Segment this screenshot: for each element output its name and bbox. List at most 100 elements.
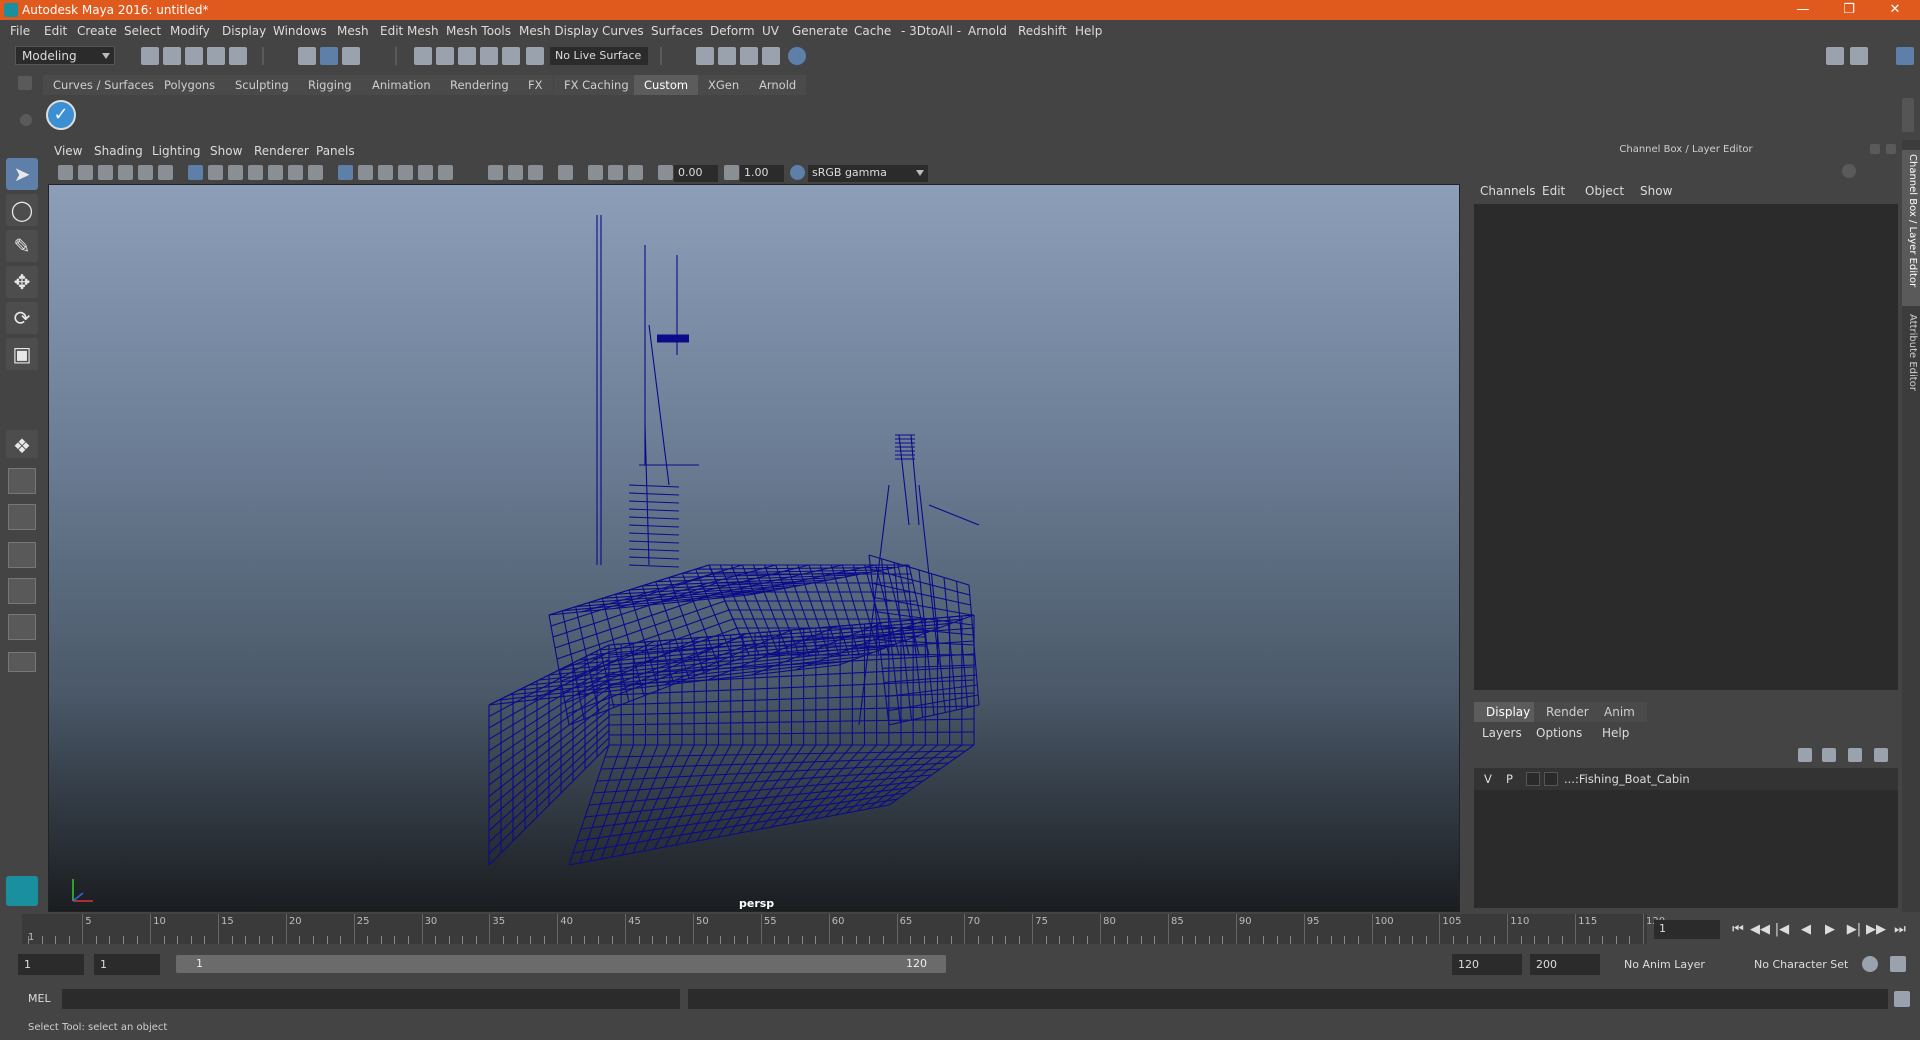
viewport-menu-show[interactable]: Show — [210, 144, 242, 158]
layer-playback-toggle[interactable]: P — [1506, 772, 1513, 786]
animation-end-field[interactable]: 200 — [1530, 954, 1600, 975]
hypershade-layout-button[interactable] — [8, 614, 36, 640]
scale-tool-button[interactable]: ▣ — [6, 338, 38, 370]
safe-title-icon[interactable] — [308, 165, 323, 180]
two-d-pan-icon[interactable] — [138, 165, 153, 180]
layer-color-swatch[interactable] — [1544, 772, 1558, 786]
menu-edit[interactable]: Edit — [44, 24, 67, 38]
tab-animation[interactable]: Animation — [362, 75, 441, 95]
select-tool-button[interactable]: ➤ — [6, 158, 38, 190]
lasso-tool-button[interactable]: ◯ — [6, 194, 38, 226]
playback-start-field[interactable]: 1 — [94, 954, 160, 975]
script-editor-icon[interactable] — [1894, 991, 1910, 1007]
textured-icon[interactable] — [398, 165, 413, 180]
move-tool-button[interactable]: ✥ — [6, 266, 38, 298]
wireframe-icon[interactable] — [338, 165, 353, 180]
move-layer-up-icon[interactable] — [1798, 748, 1812, 762]
field-chart-icon[interactable] — [268, 165, 283, 180]
channel-list[interactable] — [1474, 204, 1898, 690]
playback-end-field[interactable]: 120 — [1452, 954, 1522, 975]
layers-menu[interactable]: Layers — [1482, 726, 1522, 740]
snap-curve-icon[interactable] — [436, 47, 454, 65]
object-menu[interactable]: Object — [1585, 184, 1624, 198]
animation-preferences-icon[interactable] — [1890, 956, 1906, 972]
close-panel-icon[interactable] — [1886, 144, 1896, 154]
two-view-layout-button[interactable] — [8, 504, 36, 530]
gamma-icon[interactable] — [724, 165, 739, 180]
wireframe-on-shaded-icon[interactable] — [378, 165, 393, 180]
help-menu[interactable]: Help — [1602, 726, 1629, 740]
layer-type-toggle[interactable] — [1526, 772, 1540, 786]
anti-aliasing-icon[interactable] — [528, 165, 543, 180]
menu-help[interactable]: Help — [1075, 24, 1102, 38]
step-back-key-button[interactable]: ◀◀ — [1750, 922, 1770, 937]
toggle-channel-box-icon[interactable] — [1896, 47, 1914, 65]
character-set-dropdown[interactable]: No Character Set — [1748, 954, 1868, 975]
viewport-menu-lighting[interactable]: Lighting — [152, 144, 201, 158]
step-forward-frame-button[interactable]: ▶| — [1844, 922, 1864, 937]
toggle-attribute-editor-icon[interactable] — [1850, 47, 1868, 65]
viewport-menu-panels[interactable]: Panels — [316, 144, 355, 158]
menu-arnold[interactable]: Arnold — [968, 24, 1007, 38]
shelf-scroll-buttons[interactable] — [1902, 98, 1914, 132]
camera-attributes-icon[interactable] — [78, 165, 93, 180]
color-management-icon[interactable] — [790, 165, 805, 180]
select-object-icon[interactable] — [320, 47, 338, 65]
tab-fx-caching[interactable]: FX Caching — [554, 75, 639, 95]
tab-rendering[interactable]: Rendering — [440, 75, 519, 95]
new-layer-selected-icon[interactable] — [1874, 748, 1888, 762]
tab-render[interactable]: Render — [1534, 702, 1601, 722]
tab-curves-surfaces[interactable]: Curves / Surfaces — [43, 75, 164, 95]
layer-visibility-toggle[interactable]: V — [1484, 772, 1492, 786]
play-backwards-button[interactable]: ◀ — [1796, 922, 1816, 937]
xray-components-icon[interactable] — [628, 165, 643, 180]
live-surface-field[interactable]: No Live Surface — [550, 47, 648, 65]
tab-anim[interactable]: Anim — [1592, 702, 1647, 722]
xray-joints-icon[interactable] — [608, 165, 623, 180]
shadows-icon[interactable] — [438, 165, 453, 180]
close-button[interactable]: ✕ — [1872, 0, 1918, 20]
grid-toggle-icon[interactable] — [188, 165, 203, 180]
side-tab-attribute-editor[interactable]: Attribute Editor — [1902, 310, 1920, 410]
timeline-ticks[interactable]: 5 10 15 20 25 30 35 40 45 50 55 60 65 70 75 80 85 90 95 100… — [22, 914, 1665, 944]
menu-mesh-display[interactable]: Mesh Display — [519, 24, 599, 38]
menu-edit-mesh[interactable]: Edit Mesh — [380, 24, 439, 38]
undo-icon[interactable] — [207, 47, 225, 65]
edit-menu[interactable]: Edit — [1542, 184, 1565, 198]
hypershade-icon[interactable] — [788, 47, 806, 65]
go-to-start-button[interactable]: ⏮ — [1728, 922, 1748, 937]
toggle-modeling-toolkit-icon[interactable] — [1826, 47, 1844, 65]
gate-mask-icon[interactable] — [248, 165, 263, 180]
redo-icon[interactable] — [229, 47, 247, 65]
image-plane-icon[interactable] — [118, 165, 133, 180]
menu-mesh[interactable]: Mesh — [337, 24, 369, 38]
checkmark-icon[interactable]: ✓ — [46, 100, 76, 130]
snap-point-icon[interactable] — [458, 47, 476, 65]
tab-arnold[interactable]: Arnold — [749, 75, 807, 95]
go-to-end-button[interactable]: ⏭ — [1890, 922, 1910, 937]
colorspace-dropdown[interactable]: sRGB gamma — [808, 165, 928, 182]
ipr-render-icon[interactable] — [740, 47, 758, 65]
channels-menu[interactable]: Channels — [1480, 184, 1536, 198]
render-current-icon[interactable] — [718, 47, 736, 65]
restore-button[interactable]: ❐ — [1826, 0, 1872, 20]
auto-key-icon[interactable] — [1862, 956, 1878, 972]
gamma-field[interactable]: 1.00 — [740, 165, 784, 182]
menu-cache[interactable]: Cache — [854, 24, 891, 38]
menu-mesh-tools[interactable]: Mesh Tools — [446, 24, 511, 38]
move-layer-down-icon[interactable] — [1822, 748, 1836, 762]
viewport-menu-shading[interactable]: Shading — [94, 144, 143, 158]
playback-range-bar[interactable]: 1 120 — [176, 955, 946, 973]
bookmark-icon[interactable] — [98, 165, 113, 180]
paint-select-tool-button[interactable]: ✎ — [6, 230, 38, 262]
menu-3dtoall[interactable]: - 3DtoAll - — [901, 24, 961, 38]
tab-rigging[interactable]: Rigging — [298, 75, 362, 95]
single-perspective-layout-button[interactable]: ❖ — [6, 430, 38, 458]
menu-select[interactable]: Select — [124, 24, 161, 38]
snap-grid-icon[interactable] — [414, 47, 432, 65]
menu-curves[interactable]: Curves — [602, 24, 644, 38]
menu-create[interactable]: Create — [77, 24, 117, 38]
menu-uv[interactable]: UV — [762, 24, 779, 38]
new-layer-icon[interactable] — [1848, 748, 1862, 762]
camera-select-icon[interactable] — [58, 165, 73, 180]
